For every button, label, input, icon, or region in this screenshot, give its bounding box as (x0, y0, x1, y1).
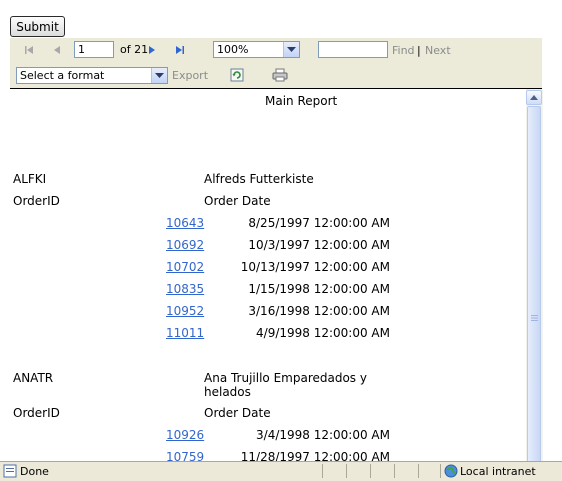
page-total-label: of 21 (120, 43, 149, 56)
order-link[interactable]: 10692 (166, 238, 204, 252)
customer-name-continued: helados (204, 385, 251, 399)
customer-id: ALFKI (13, 172, 47, 186)
status-divider (322, 464, 323, 478)
customer-name: Ana Trujillo Emparedados y (204, 371, 367, 385)
status-bar: Done Local intranet (0, 461, 562, 481)
order-date: 3/4/1998 12:00:00 AM (256, 428, 390, 442)
order-date: 1/15/1998 12:00:00 AM (248, 282, 390, 296)
status-divider (418, 464, 419, 478)
export-link[interactable]: Export (172, 69, 208, 82)
orderid-header: OrderID (13, 406, 60, 420)
order-date: 3/16/1998 12:00:00 AM (248, 304, 390, 318)
next-link[interactable]: Next (425, 44, 451, 57)
zone-label: Local intranet (460, 465, 536, 478)
submit-button[interactable]: Submit (10, 16, 65, 37)
last-page-icon[interactable] (173, 43, 187, 57)
previous-page-icon[interactable] (50, 43, 64, 57)
customer-id: ANATR (13, 371, 54, 385)
order-date: 4/9/1998 12:00:00 AM (256, 326, 390, 340)
order-date: 10/3/1997 12:00:00 AM (248, 238, 390, 252)
print-icon[interactable] (272, 68, 288, 82)
scroll-up-button[interactable] (526, 90, 542, 105)
zoom-value: 100% (217, 43, 249, 56)
status-text: Done (20, 465, 49, 478)
report-content: Main Report ALFKI Alfreds Futterkiste Or… (10, 89, 526, 461)
order-link[interactable]: 10702 (166, 260, 204, 274)
zoom-select[interactable]: 100% (213, 41, 300, 58)
intranet-globe-icon (444, 464, 458, 478)
order-date: 10/13/1997 12:00:00 AM (240, 260, 390, 274)
status-divider (346, 464, 347, 478)
order-link[interactable]: 10835 (166, 282, 204, 296)
next-page-icon[interactable] (145, 43, 159, 57)
order-date: 8/25/1997 12:00:00 AM (248, 216, 390, 230)
refresh-icon[interactable] (230, 68, 244, 82)
status-divider (394, 464, 395, 478)
report-viewer-window: Submit of 21 100% Find | (0, 0, 562, 481)
chevron-up-icon (530, 95, 538, 100)
scroll-thumb[interactable] (527, 106, 541, 466)
first-page-icon[interactable] (22, 43, 36, 57)
page-done-icon (3, 464, 17, 478)
order-link[interactable]: 10952 (166, 304, 204, 318)
orderdate-header: Order Date (204, 194, 271, 208)
orderid-header: OrderID (13, 194, 60, 208)
format-placeholder: Select a format (20, 69, 105, 82)
order-link[interactable]: 10643 (166, 216, 204, 230)
order-link[interactable]: 10759 (166, 450, 204, 461)
status-divider (440, 464, 441, 478)
grip-icon (531, 315, 538, 321)
export-format-select[interactable]: Select a format (16, 67, 168, 84)
find-separator: | (417, 44, 421, 57)
orderdate-header: Order Date (204, 406, 271, 420)
order-link[interactable]: 11011 (166, 326, 204, 340)
customer-name: Alfreds Futterkiste (204, 172, 314, 186)
vertical-scrollbar[interactable] (526, 89, 543, 466)
dropdown-arrow-icon[interactable] (151, 68, 167, 83)
find-input[interactable] (318, 41, 388, 58)
order-link[interactable]: 10926 (166, 428, 204, 442)
order-date: 11/28/1997 12:00:00 AM (240, 450, 390, 461)
page-number-input[interactable] (74, 41, 114, 58)
report-title: Main Report (265, 94, 338, 108)
status-divider (370, 464, 371, 478)
dropdown-arrow-icon[interactable] (283, 42, 299, 57)
report-toolbar: of 21 100% Find | Next Select a format (10, 38, 542, 89)
find-link[interactable]: Find (392, 44, 415, 57)
